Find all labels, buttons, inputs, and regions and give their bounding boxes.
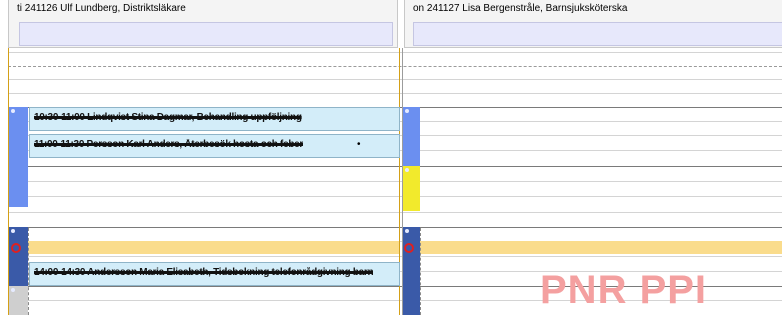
slot-dot-icon — [11, 288, 15, 292]
slot-dot-icon — [405, 168, 409, 172]
grid-line — [8, 227, 782, 228]
appointment-text: 10:30-11:00 Lindqvist Stina Dagmar, Beha… — [34, 112, 302, 123]
grid-line — [8, 166, 782, 167]
grid-line — [8, 181, 782, 182]
column-header-title: on 241127 Lisa Bergenstråle, Barnsjukskö… — [413, 3, 628, 14]
slot-bar[interactable] — [9, 107, 28, 207]
grid-line — [8, 196, 782, 197]
appointment-text: 11:00-11:30 Persson Karl Anders, Återbes… — [34, 139, 304, 150]
bullet-marker: • — [357, 139, 361, 150]
grid-line — [8, 79, 782, 80]
appointment-block[interactable]: 11:00-11:30 Persson Karl Anders, Återbes… — [29, 134, 400, 158]
grid-line — [8, 256, 782, 257]
column-header-day2: on 241127 Lisa Bergenstråle, Barnsjukskö… — [404, 0, 782, 48]
grid-line — [8, 66, 782, 67]
slot-bar[interactable] — [9, 286, 28, 315]
grid-line — [8, 52, 782, 53]
current-time-row — [420, 241, 782, 254]
slot-divider — [420, 228, 421, 315]
slot-dot-icon — [405, 109, 409, 113]
alert-ring-icon[interactable] — [404, 243, 414, 253]
watermark-text: PNR PPI — [540, 268, 708, 312]
slot-bar[interactable] — [403, 166, 420, 211]
slot-dot-icon — [11, 229, 15, 233]
slot-bar[interactable] — [9, 227, 28, 286]
slot-bar[interactable] — [403, 107, 420, 166]
header-note-field[interactable] — [413, 22, 782, 46]
grid-line — [8, 212, 782, 213]
header-note-field[interactable] — [19, 22, 393, 46]
slot-bar[interactable] — [403, 227, 420, 315]
grid-line — [8, 93, 782, 94]
column-header-title: ti 241126 Ulf Lundberg, Distriktsläkare — [17, 3, 186, 14]
alert-ring-icon[interactable] — [11, 243, 21, 253]
slot-dot-icon — [405, 229, 409, 233]
slot-dot-icon — [11, 109, 15, 113]
appointment-block[interactable]: 14:00-14:30 Andersson Maria Elisabeth, T… — [29, 262, 400, 286]
appointment-block[interactable]: 10:30-11:00 Lindqvist Stina Dagmar, Beha… — [29, 107, 400, 131]
column-header-day1: ti 241126 Ulf Lundberg, Distriktsläkare — [8, 0, 398, 48]
appointment-text: 14:00-14:30 Andersson Maria Elisabeth, T… — [34, 267, 374, 278]
current-time-row — [28, 241, 400, 254]
